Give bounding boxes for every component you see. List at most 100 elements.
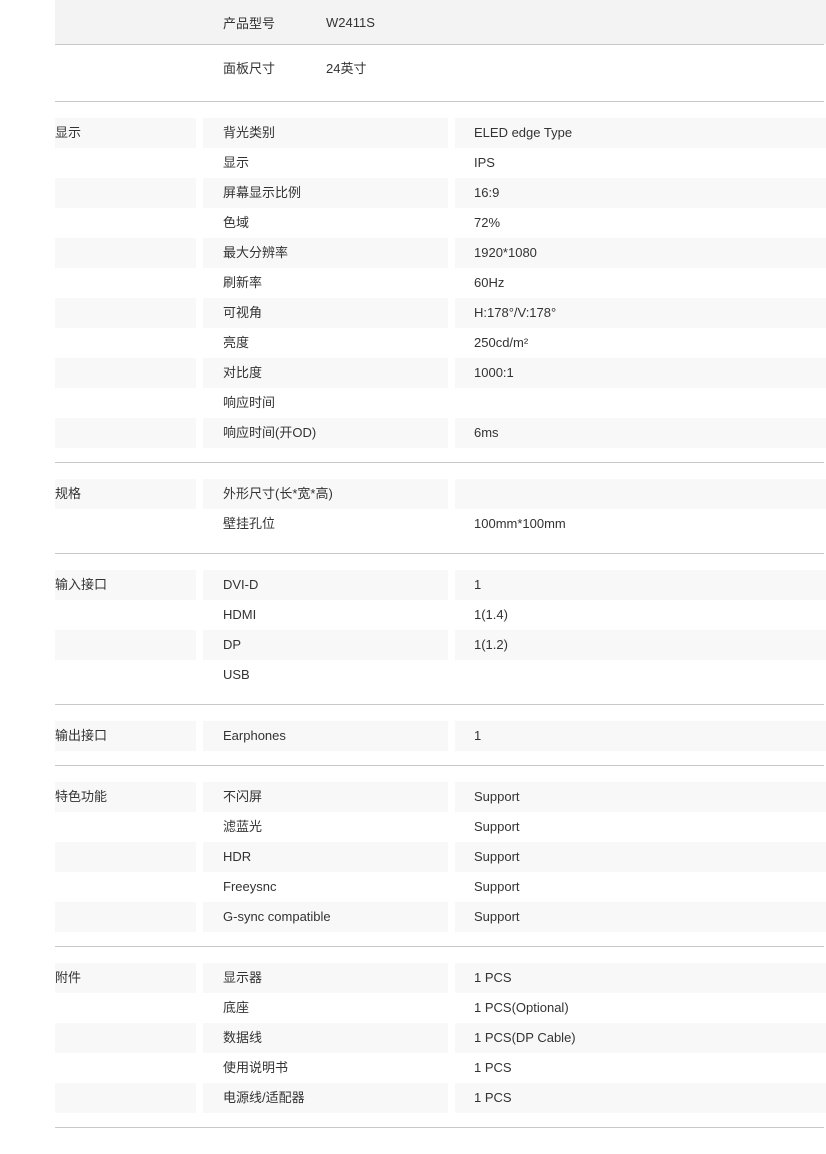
- spec-group-spacer: [55, 208, 196, 238]
- table-row: 壁挂孔位 100mm*100mm: [0, 509, 826, 539]
- column-spacer: [448, 418, 455, 448]
- spec-group-spacer: [55, 298, 196, 328]
- column-spacer: [448, 1083, 455, 1113]
- table-row: 响应时间: [0, 388, 826, 418]
- column-spacer: [196, 993, 203, 1023]
- spec-attribute-label: 电源线/适配器: [203, 1083, 448, 1113]
- column-spacer: [196, 570, 203, 600]
- table-row: 底座 1 PCS(Optional): [0, 993, 826, 1023]
- spec-attribute-value: 1 PCS: [474, 1060, 512, 1075]
- spec-attribute-value: 1 PCS: [455, 963, 826, 993]
- spec-attribute-value: [455, 660, 826, 690]
- table-row: 数据线 1 PCS(DP Cable): [0, 1023, 826, 1053]
- column-spacer: [448, 148, 455, 178]
- column-spacer: [448, 238, 455, 268]
- spec-section: 输入接口 DVI-D 1 HDMI 1(1.4) DP 1(1.2) USB: [0, 570, 826, 690]
- spec-group-spacer: [55, 509, 196, 539]
- column-spacer: [448, 328, 455, 358]
- product-model-label: 产品型号: [223, 15, 276, 31]
- spec-attribute-label: 数据线: [203, 1023, 448, 1053]
- spec-attribute-label: USB: [223, 667, 250, 682]
- table-row: HDR Support: [0, 842, 826, 872]
- table-row: 可视角 H:178°/V:178°: [0, 298, 826, 328]
- table-row: DP 1(1.2): [0, 630, 826, 660]
- table-row: 输出接口 Earphones 1: [0, 721, 826, 751]
- column-spacer: [196, 600, 203, 630]
- table-row: 屏幕显示比例 16:9: [0, 178, 826, 208]
- spec-attribute-label: 使用说明书: [223, 1060, 289, 1075]
- table-row: 输入接口 DVI-D 1: [0, 570, 826, 600]
- spec-group-spacer: [55, 630, 196, 660]
- spec-attribute-label: 背光类别: [203, 118, 448, 148]
- column-spacer: [196, 812, 203, 842]
- column-spacer: [196, 509, 203, 539]
- column-spacer: [448, 782, 455, 812]
- column-spacer: [196, 418, 203, 448]
- spec-group-spacer: [55, 268, 196, 298]
- table-row: 显示 背光类别 ELED edge Type: [0, 118, 826, 148]
- column-spacer: [196, 388, 203, 418]
- column-spacer: [196, 902, 203, 932]
- column-spacer: [196, 328, 203, 358]
- spec-attribute-value: ELED edge Type: [455, 118, 826, 148]
- spec-group-spacer: [55, 418, 196, 448]
- column-spacer: [448, 872, 455, 902]
- spec-attribute-label: 响应时间: [223, 395, 276, 410]
- column-spacer: [196, 1053, 203, 1083]
- spec-group-spacer: [55, 842, 196, 872]
- table-row: USB: [0, 660, 826, 690]
- table-row: 附件 显示器 1 PCS: [0, 963, 826, 993]
- product-model-value: W2411S: [326, 14, 375, 30]
- spec-section: 输出接口 Earphones 1: [0, 721, 826, 751]
- panel-size-value: 24英寸: [326, 60, 367, 76]
- spec-attribute-label: Earphones: [203, 721, 448, 751]
- column-spacer: [196, 1023, 203, 1053]
- table-row: 色域 72%: [0, 208, 826, 238]
- column-spacer: [448, 1053, 455, 1083]
- spec-section: 显示 背光类别 ELED edge Type 显示 IPS 屏幕显示比例 16:9 色域 72%…: [0, 118, 826, 448]
- column-spacer: [448, 570, 455, 600]
- section-divider: [55, 1127, 824, 1128]
- spec-group-label: 规格: [55, 479, 196, 509]
- spec-attribute-value: Support: [474, 879, 520, 894]
- spec-group-spacer: [55, 902, 196, 932]
- spec-group-spacer: [55, 993, 196, 1023]
- column-spacer: [196, 630, 203, 660]
- spec-group-label: 显示: [55, 118, 196, 148]
- spec-group-spacer: [55, 328, 196, 358]
- column-spacer: [196, 118, 203, 148]
- spec-row-panel-size: 面板尺寸 24英寸: [0, 45, 826, 89]
- table-row: G-sync compatible Support: [0, 902, 826, 932]
- spec-attribute-label: 显示器: [203, 963, 448, 993]
- row-gap: [0, 89, 826, 101]
- column-spacer: [448, 812, 455, 842]
- spec-attribute-label: 显示: [223, 155, 250, 170]
- table-row: HDMI 1(1.4): [0, 600, 826, 630]
- spec-group-spacer: [55, 178, 196, 208]
- spec-attribute-label: G-sync compatible: [203, 902, 448, 932]
- column-spacer: [448, 509, 455, 539]
- spec-attribute-value: 16:9: [455, 178, 826, 208]
- spec-attribute-label: 可视角: [203, 298, 448, 328]
- spec-row-product-model: 产品型号 W2411S: [0, 0, 826, 44]
- spec-group-label: 输出接口: [55, 721, 196, 751]
- spec-attribute-value: H:178°/V:178°: [455, 298, 826, 328]
- column-spacer: [196, 208, 203, 238]
- column-spacer: [196, 238, 203, 268]
- column-spacer: [196, 358, 203, 388]
- spec-attribute-value: IPS: [474, 155, 495, 170]
- spec-group-spacer: [55, 238, 196, 268]
- spec-group-spacer: [55, 660, 196, 690]
- spec-attribute-value: 1(1.2): [455, 630, 826, 660]
- spec-attribute-label: HDR: [203, 842, 448, 872]
- column-spacer: [448, 118, 455, 148]
- column-spacer: [448, 358, 455, 388]
- spec-group-spacer: [55, 600, 196, 630]
- spec-attribute-value: Support: [455, 782, 826, 812]
- spec-group-spacer: [55, 1023, 196, 1053]
- spec-group-spacer: [55, 1053, 196, 1083]
